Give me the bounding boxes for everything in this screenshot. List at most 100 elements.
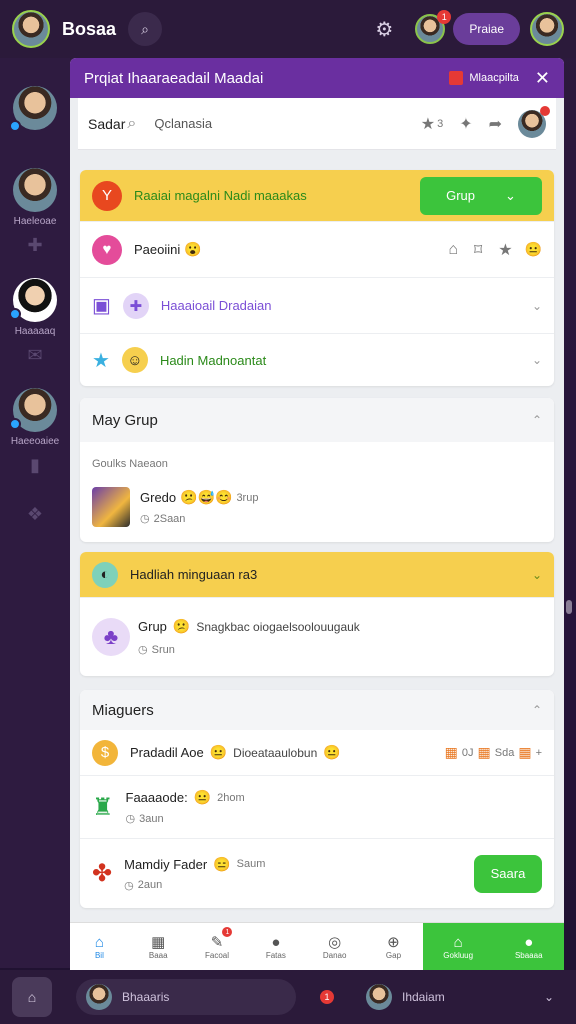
notification-badge: 1: [437, 10, 452, 24]
tab-social[interactable]: ✎ 1 Facoal: [188, 923, 247, 970]
search-icon[interactable]: ⌕: [127, 115, 136, 133]
gift-item-desc: Snagkbac oiogaelsoolouugauk: [196, 619, 360, 634]
chevron-down-icon[interactable]: ⌄: [532, 353, 542, 367]
trash-icon[interactable]: ▮: [30, 455, 40, 476]
share-icon[interactable]: ➦: [489, 114, 502, 134]
list-item[interactable]: ★ ☺ Hadin Madnoantat ⌄: [80, 334, 554, 386]
praiae-button[interactable]: Praiae: [453, 13, 520, 45]
app-name: Bosaa: [62, 18, 117, 39]
puzzle-icon[interactable]: ✦: [459, 114, 472, 134]
promo-icon: Y: [92, 180, 122, 211]
rail-item-3[interactable]: Haaaaaq ✉: [0, 278, 70, 366]
panel-avatar-wrap[interactable]: [518, 105, 550, 138]
smile-icon[interactable]: 😐: [525, 241, 542, 258]
close-icon[interactable]: ✕: [535, 68, 550, 89]
emoji-icon: 😑: [213, 855, 231, 872]
chip-avatar: [86, 984, 112, 1010]
promo-text: Raaiai magalni Nadi maaakas: [134, 188, 307, 203]
report-link[interactable]: Mlaacpilta: [449, 71, 519, 85]
chevron-up-icon[interactable]: ⌃: [532, 413, 542, 427]
list-item[interactable]: ♥ Paeoiini 😮 ⌂ ⌑ ★ 😐: [80, 222, 554, 278]
save-button[interactable]: Saara: [474, 854, 542, 893]
chevron-down-icon[interactable]: ⌄: [532, 299, 542, 313]
scrollbar-thumb[interactable]: [566, 600, 572, 614]
tab-label: Danao: [322, 951, 347, 960]
circle-icon: ●: [271, 933, 281, 951]
tab-label: Sbaaaa: [514, 950, 543, 960]
profile-avatar[interactable]: [12, 10, 50, 48]
right-chip-label: Ihdaiam: [402, 990, 445, 1004]
gift-section-header[interactable]: ◐ Hadliah minguaan ra3 ⌄: [80, 552, 554, 598]
star-icon: ★: [92, 349, 110, 372]
tab-dance[interactable]: ◎ Danao: [305, 923, 364, 970]
rail-item-2[interactable]: Haeleoae ✚: [0, 168, 70, 256]
star-icon[interactable]: ★: [421, 114, 435, 134]
chevron-up-icon[interactable]: ⌃: [532, 703, 542, 717]
search-icon: ⌕: [141, 20, 149, 37]
list-item-label: Paeoiini: [134, 242, 181, 257]
chest-icon: ▦: [444, 744, 458, 760]
rail-item-4[interactable]: Haeeoaiee ▮ ❖: [0, 388, 70, 525]
online-indicator: [9, 418, 21, 430]
plus-icon[interactable]: ✚: [27, 235, 42, 256]
chevron-down-icon[interactable]: ⌄: [544, 990, 554, 1004]
tab-gokluug[interactable]: ⌂ Gokluug: [422, 923, 494, 970]
panel-header: Prqiat Ihaaraeadail Maadai Mlaacpilta ✕: [70, 58, 564, 98]
member-row[interactable]: ♜ Faaaaode: 😐 2hom ◷ 3aun: [80, 776, 554, 838]
settings-button[interactable]: ⚙: [367, 12, 401, 46]
main-panel: Prqiat Ihaaraeadail Maadai Mlaacpilta ✕ …: [70, 58, 564, 970]
notification-avatar-wrap[interactable]: 1: [415, 10, 452, 44]
gift-icon[interactable]: ❖: [27, 504, 43, 525]
online-indicator: [9, 308, 21, 320]
group-item-text: Gredo 😕😅😊 3rup ◷ 2Saan: [140, 489, 258, 525]
mail-icon[interactable]: ✉: [27, 345, 42, 366]
group-item[interactable]: Gredo 😕😅😊 3rup ◷ 2Saan: [80, 472, 554, 542]
gift-item-title: Grup: [138, 619, 167, 634]
online-indicator: [9, 120, 21, 132]
user-avatar[interactable]: [530, 12, 564, 46]
chest-icon: ▦: [518, 744, 532, 760]
report-label: Mlaacpilta: [469, 72, 519, 84]
bottom-bar: ⌂ Bhaaaris 1 Ihdaiam ⌄: [0, 970, 576, 1024]
tab-browse[interactable]: ▦ Baaa: [129, 923, 188, 970]
dot-icon: ●: [524, 933, 534, 951]
ring-icon: ◎: [328, 934, 342, 951]
chevron-down-icon[interactable]: ⌄: [532, 568, 542, 582]
top-bar: Bosaa ⌕ ⚙ 1 Praiae: [0, 0, 576, 58]
tab-home[interactable]: ⌂ Bil: [70, 923, 129, 970]
star-icon[interactable]: ★: [498, 240, 512, 260]
flag-icon: [449, 71, 464, 85]
right-chip[interactable]: Ihdaiam ⌄: [356, 979, 564, 1015]
group-card: May Grup ⌃ Goulks Naeaon Gredo 😕😅😊 3rup …: [80, 398, 554, 542]
list-item[interactable]: ▣ ✚ Haaaioail Dradaian ⌄: [80, 278, 554, 334]
group-button[interactable]: Grup ⌄: [420, 176, 542, 215]
member-row[interactable]: $ Pradadil Aoe 😐 Dioeataaulobun 😐 ▦ 0J ▦…: [80, 730, 554, 776]
tab-photos[interactable]: ● Fatas: [246, 923, 305, 970]
left-chip[interactable]: Bhaaaris: [76, 979, 296, 1015]
rail-item-1[interactable]: [0, 86, 70, 132]
chip-avatar: [366, 984, 392, 1010]
search-row: Sadar ⌕ Qclanasia ★ 3 ✦ ➦: [78, 98, 556, 150]
search-button[interactable]: ⌕: [128, 12, 163, 46]
bookmark-icon[interactable]: ⌑: [474, 240, 482, 260]
member-meta: 3aun: [139, 812, 164, 825]
star-count: 3: [437, 117, 444, 130]
home-icon: ⌂: [27, 989, 37, 1005]
panel-tab-bar: ⌂ Bil ▦ Baaa ✎ 1 Facoal ● Fatas ◎ Danao …: [70, 922, 564, 970]
gift-item-text: Grup 😕 Snagkbac oiogaelsoolouugauk ◷ Sru…: [138, 618, 360, 656]
rail-avatar-2[interactable]: [13, 168, 57, 212]
group-section-header[interactable]: May Grup ⌃: [80, 398, 554, 442]
group-subtitle-text: Goulks Naeaon: [92, 458, 168, 470]
member-title: Pradadil Aoe: [130, 745, 204, 760]
gift-item[interactable]: ♣ Grup 😕 Snagkbac oiogaelsoolouugauk ◷ S…: [80, 598, 554, 676]
tab-sbaaaa[interactable]: ● Sbaaaa: [493, 923, 564, 970]
members-section-header[interactable]: Miaguers ⌃: [80, 690, 554, 730]
home-button[interactable]: ⌂: [12, 977, 52, 1017]
tab-badge: 1: [222, 927, 233, 937]
tab-gap[interactable]: ⊕ Gap: [364, 923, 423, 970]
member-row[interactable]: ✤ Mamdiy Fader 😑 Saum ◷ 2aun Saara: [80, 838, 554, 908]
lock-icon[interactable]: ⌂: [448, 241, 458, 259]
group-thumbnail: [92, 487, 130, 527]
search-input[interactable]: Qclanasia: [154, 116, 404, 131]
tab-label: Gokluug: [443, 950, 474, 960]
